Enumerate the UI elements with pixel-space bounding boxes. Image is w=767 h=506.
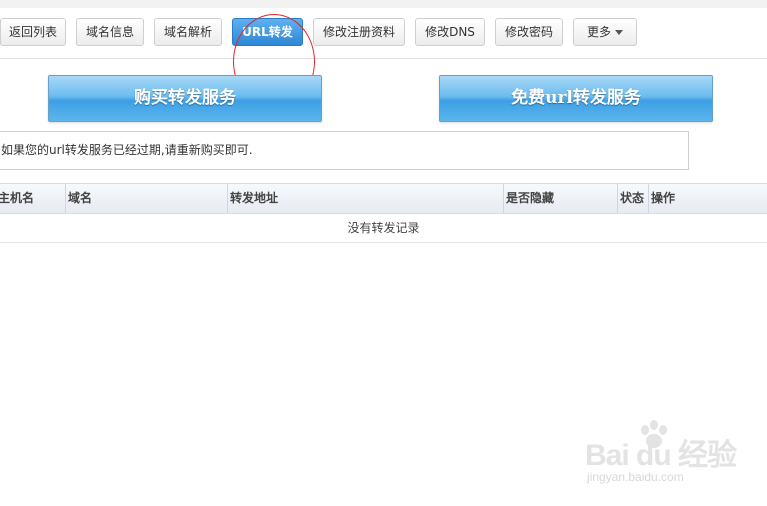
expiry-notice: 如果您的url转发服务已经过期,请重新购买即可. [0,131,689,170]
domain-info-button[interactable]: 域名信息 [76,18,144,46]
back-to-list-button[interactable]: 返回列表 [0,18,66,46]
column-status: 状态 [617,184,648,213]
watermark-url: jingyan.baidu.com [587,470,684,484]
column-host: 主机名 [0,191,35,205]
column-domain: 域名 [65,184,227,213]
toolbar: 返回列表 域名信息 域名解析 URL转发 修改注册资料 修改DNS 修改密码 更… [0,8,767,59]
column-forward-address: 转发地址 [227,184,503,213]
more-dropdown-button[interactable]: 更多 [573,18,637,46]
empty-message: 没有转发记录 [347,221,420,235]
edit-password-button[interactable]: 修改密码 [495,18,563,46]
table-empty-row: 没有转发记录 [0,214,767,243]
buy-forward-service-button[interactable]: 购买转发服务 [48,75,322,122]
caret-down-icon [615,30,623,35]
watermark: Bai du 经验 jingyan.baidu.com [585,420,737,488]
top-band [0,0,767,8]
expiry-notice-text: 如果您的url转发服务已经过期,请重新购买即可. [1,143,253,157]
edit-dns-button[interactable]: 修改DNS [415,18,485,46]
url-forward-button[interactable]: URL转发 [232,18,303,46]
table-header: 主机名 域名 转发地址 是否隐藏 状态 操作 [0,183,767,214]
more-dropdown-label: 更多 [586,25,611,39]
edit-registration-button[interactable]: 修改注册资料 [313,18,405,46]
watermark-logo: Bai du 经验 [585,439,737,472]
paw-icon [641,420,667,448]
column-hidden: 是否隐藏 [503,184,617,213]
domain-resolve-button[interactable]: 域名解析 [154,18,222,46]
column-actions: 操作 [648,184,767,213]
free-url-forward-button[interactable]: 免费url转发服务 [439,75,713,122]
